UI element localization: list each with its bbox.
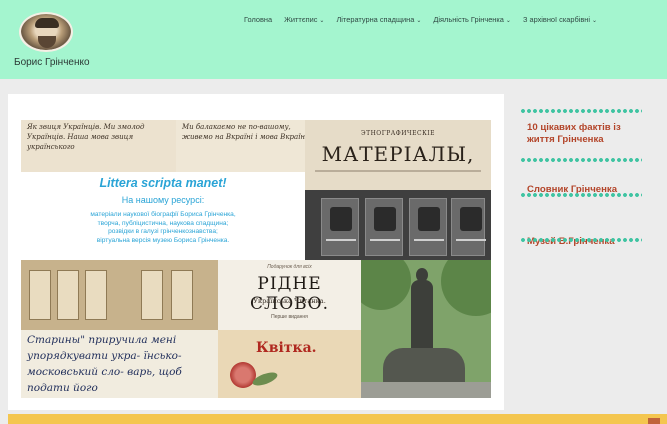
books-photo xyxy=(305,190,491,260)
banner-line: розвідки в галузі грінченкознавства; xyxy=(108,228,218,236)
display-case xyxy=(57,270,79,320)
handwriting-text-1: Як звиця Українців. Ми змолод Українців.… xyxy=(27,123,145,151)
nav-item-activity[interactable]: Діяльність Грінченка ⌄ xyxy=(433,15,511,24)
sidebar-link-facts[interactable]: 10 цікавих фактів із життя Грінченка xyxy=(527,122,650,145)
etno-cover-heading: ЭТНОГРАФИЧЕСКІЕ xyxy=(360,130,435,137)
kvitka-cover-title: Квітка. xyxy=(256,340,317,356)
display-case xyxy=(85,270,107,320)
nav-item-label: Літературна спадщина xyxy=(336,15,415,24)
chevron-down-icon: ⌄ xyxy=(416,18,422,24)
site-header: Борис Грінченко Головна Життєпис ⌄ Літера… xyxy=(0,0,667,79)
nav-item-label: Головна xyxy=(244,15,273,24)
etno-cover-rule xyxy=(315,170,481,172)
handwriting-text-2: Ми балакаємо не по-вашому, живемо на Вкр… xyxy=(182,123,305,141)
nav-item-archive[interactable]: З архівної скарбівні ⌄ xyxy=(523,15,597,24)
handwriting-text-3: Старины" приручила мені упорядкувати укр… xyxy=(27,334,182,394)
portrait-beard xyxy=(38,36,56,48)
rose-icon xyxy=(228,360,258,390)
tree-foliage xyxy=(441,260,491,316)
ridne-slovo-cover: Подарунок для всіх РІДНЕ СЛОВО. Українсь… xyxy=(218,260,361,330)
ridne-cover-inscription: Подарунок для всіх xyxy=(267,264,312,270)
banner-line: матеріали наукової біографії Бориса Грін… xyxy=(90,211,236,218)
display-case xyxy=(29,270,51,320)
book-title-line xyxy=(326,239,356,241)
banner-text: матеріали наукової біографії Бориса Грін… xyxy=(31,211,295,245)
book-portrait xyxy=(418,207,440,231)
nav-item-label: Діяльність Грінченка xyxy=(433,15,504,24)
hero-collage-image[interactable]: Як звиця Українців. Ми змолод Українців.… xyxy=(21,120,491,398)
chevron-down-icon: ⌄ xyxy=(592,18,598,24)
museum-exhibit-photo xyxy=(21,260,218,330)
etno-cover-title: МАТЕРІАЛЫ, xyxy=(321,142,475,166)
dotted-divider xyxy=(520,157,642,163)
book-cover xyxy=(409,198,447,256)
banner-subtitle: На нашому ресурсі: xyxy=(121,195,205,205)
ridne-cover-title: РІДНЕ СЛОВО. xyxy=(250,274,329,314)
dotted-divider xyxy=(520,192,642,198)
nav-item-label: З архівної скарбівні xyxy=(522,15,590,24)
display-case xyxy=(171,270,193,320)
book-cover xyxy=(365,198,403,256)
banner-line: віртуальна версія музею Бориса Грінченка… xyxy=(96,236,230,244)
book-cover xyxy=(451,198,486,256)
handwriting-photo-3: Старины" приручила мені упорядкувати укр… xyxy=(21,330,218,398)
book-portrait xyxy=(330,207,352,231)
site-logo-portrait[interactable] xyxy=(19,12,73,52)
site-title[interactable]: Борис Грінченко xyxy=(14,57,90,68)
dotted-divider xyxy=(520,108,642,114)
banner-line: творча, публіцистична, наукова спадщина; xyxy=(97,219,229,227)
handwriting-photo-1: Як звиця Українців. Ми змолод Українців.… xyxy=(21,120,176,172)
nav-item-label: Життєпис xyxy=(284,15,318,24)
nav-item-home[interactable]: Головна xyxy=(244,15,272,24)
book-title-line xyxy=(370,239,400,241)
chevron-down-icon: ⌄ xyxy=(319,18,325,24)
bottom-bar xyxy=(8,414,667,424)
ridne-cover-subtitle: Українська Читанка. xyxy=(253,297,326,305)
statue-figure xyxy=(411,280,433,350)
kvitka-cover: Квітка. xyxy=(218,330,361,398)
dotted-divider xyxy=(520,237,642,243)
book-portrait xyxy=(374,207,396,231)
ridne-cover-footer: Перше видання xyxy=(271,314,308,320)
intro-banner: Littera scripta manet! На нашому ресурсі… xyxy=(21,172,305,252)
scroll-to-top-button[interactable] xyxy=(648,418,660,424)
ground xyxy=(361,382,491,398)
chevron-down-icon: ⌄ xyxy=(505,18,511,24)
book-title-line xyxy=(414,239,444,241)
portrait-hair xyxy=(35,18,59,28)
monument-photo xyxy=(361,260,491,398)
book-title-line xyxy=(456,239,486,241)
main-navigation: Головна Життєпис ⌄ Літературна спадщина ⌄ … xyxy=(244,15,597,24)
banner-title: Littera scripta manet! xyxy=(99,176,227,190)
ethnographic-materials-cover: ЭТНОГРАФИЧЕСКІЕ МАТЕРІАЛЫ, xyxy=(305,120,491,190)
book-portrait xyxy=(460,207,482,231)
book-cover xyxy=(321,198,359,256)
display-case xyxy=(141,270,163,320)
tree-foliage xyxy=(361,260,411,310)
nav-item-biography[interactable]: Життєпис ⌄ xyxy=(284,15,324,24)
nav-item-literary-heritage[interactable]: Літературна спадщина ⌄ xyxy=(336,15,421,24)
handwriting-photo-2: Ми балакаємо не по-вашому, живемо на Вкр… xyxy=(176,120,305,172)
